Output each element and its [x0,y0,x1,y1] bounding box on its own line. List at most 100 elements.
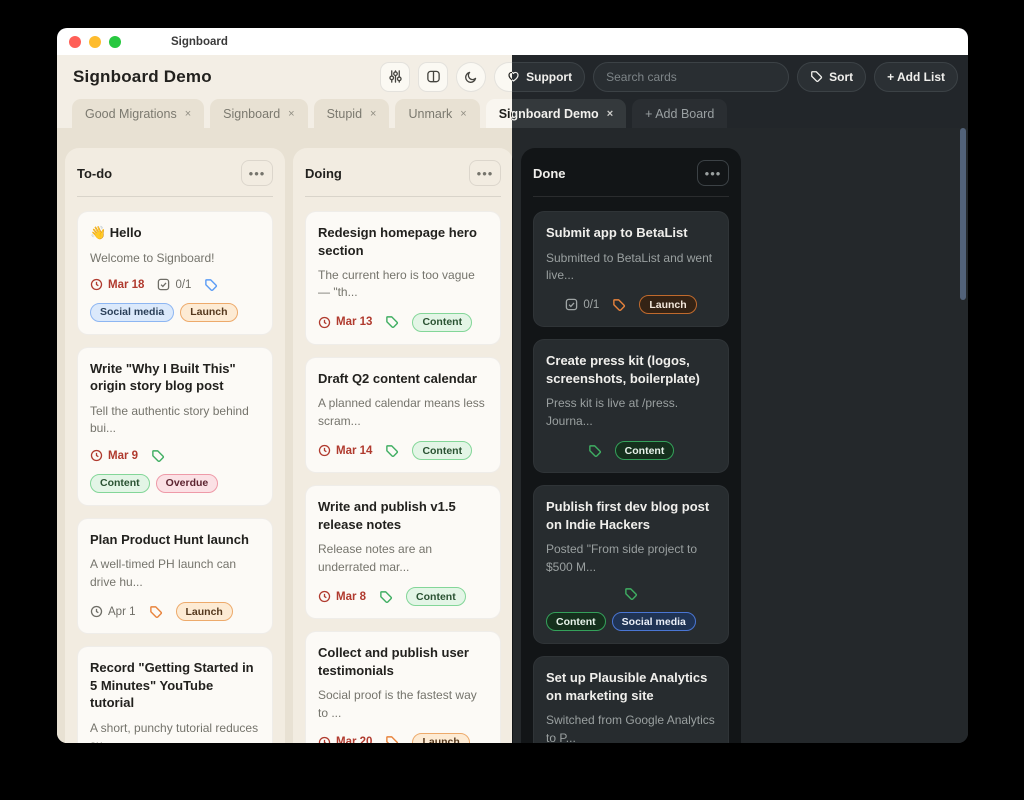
close-icon[interactable]: × [607,108,613,120]
tag-pill: Content [546,612,606,631]
minimize-window-button[interactable] [89,36,101,48]
close-icon[interactable]: × [288,108,294,120]
clock-icon [318,736,331,743]
clock-icon [318,444,331,457]
vertical-scrollbar[interactable] [960,128,966,300]
card-description: Release notes are an underrated mar... [318,541,488,576]
filter-button[interactable] [380,62,410,92]
card-title: Record "Getting Started in 5 Minutes" Yo… [90,659,260,712]
tag-pill: Content [412,441,472,460]
clock-icon [90,278,103,291]
column-todo: To-do ••• 👋 Hello Welcome to Signboard! … [65,148,285,743]
card[interactable]: Plan Product Hunt launch A well-timed PH… [77,518,273,634]
zoom-window-button[interactable] [109,36,121,48]
columns-icon [426,69,441,84]
card[interactable]: Submit app to BetaList Submitted to Beta… [533,211,729,327]
tab-stupid[interactable]: Stupid × [314,99,390,128]
due-date: Apr 1 [90,605,136,618]
tab-label: Signboard [223,107,280,121]
due-date: Mar 18 [90,278,144,291]
titlebar: Signboard [57,28,968,55]
tag-icon [385,735,399,743]
add-board-label: + Add Board [645,107,714,121]
dark-mode-toggle[interactable] [456,62,486,92]
tab-label: Signboard Demo [499,107,599,121]
checkbox-icon [565,298,578,311]
card[interactable]: Write "Why I Built This" origin story bl… [77,347,273,506]
tab-label: Unmark [408,107,452,121]
tag-icon [624,587,638,601]
tag-icon [612,298,626,312]
column-menu-button[interactable]: ••• [241,160,273,186]
checkbox-icon [157,278,170,291]
tag-pill: Social media [612,612,696,631]
checklist-count: 0/1 [157,278,191,291]
support-label: Support [526,70,572,84]
card-description: A well-timed PH launch can drive hu... [90,556,260,591]
card[interactable]: Create press kit (logos, screenshots, bo… [533,339,729,473]
tag-pill: Overdue [156,474,219,493]
card-description: A planned calendar means less scram... [318,395,488,430]
tag-pill: Social media [90,303,174,322]
due-date: Mar 13 [318,316,372,329]
card-title: Submit app to BetaList [546,224,716,242]
tab-add-board[interactable]: + Add Board [632,99,727,128]
card[interactable]: Collect and publish user testimonials So… [305,631,501,743]
close-icon[interactable]: × [370,108,376,120]
close-icon[interactable]: × [185,108,191,120]
tag-pill: Launch [639,295,696,314]
add-list-button[interactable]: + Add List [874,62,958,92]
tab-good-migrations[interactable]: Good Migrations × [72,99,204,128]
tag-icon [204,278,218,292]
clock-icon [318,316,331,329]
tag-icon [379,590,393,604]
card-title: Create press kit (logos, screenshots, bo… [546,352,716,387]
checklist-count: 0/1 [565,298,599,311]
sort-button[interactable]: Sort [797,62,866,92]
card[interactable]: Redesign homepage hero section The curre… [305,211,501,345]
tag-icon [385,315,399,329]
card[interactable]: Publish first dev blog post on Indie Hac… [533,485,729,644]
card-title: Plan Product Hunt launch [90,531,260,549]
close-window-button[interactable] [69,36,81,48]
sort-label: Sort [829,70,853,84]
card[interactable]: Draft Q2 content calendar A planned cale… [305,357,501,473]
board-view-button[interactable] [418,62,448,92]
column-title: To-do [77,166,112,181]
tag-icon [149,605,163,619]
column-menu-button[interactable]: ••• [697,160,729,186]
card[interactable]: Set up Plausible Analytics on marketing … [533,656,729,743]
tag-pill: Content [406,587,466,606]
clock-icon [90,449,103,462]
card-description: Tell the authentic story behind bui... [90,403,260,438]
tag-pill: Content [90,474,150,493]
card[interactable]: Write and publish v1.5 release notes Rel… [305,485,501,619]
tag-icon [810,70,823,83]
divider [533,196,729,197]
window-title: Signboard [171,36,228,48]
clock-icon [90,605,103,618]
close-icon[interactable]: × [460,108,466,120]
card[interactable]: Record "Getting Started in 5 Minutes" Yo… [77,646,273,743]
tab-unmark[interactable]: Unmark × [395,99,479,128]
column-menu-button[interactable]: ••• [469,160,501,186]
tab-signboard[interactable]: Signboard × [210,99,307,128]
search-input[interactable] [593,62,789,92]
due-date: Mar 8 [318,590,366,603]
tag-pill: Content [615,441,675,460]
card-description: Social proof is the fastest way to ... [318,687,488,722]
theme-split-stage: Signboard Demo [57,55,968,743]
column-done: Done ••• Submit app to BetaList Submitte… [521,148,741,743]
column-doing: Doing ••• Redesign homepage hero section… [293,148,513,743]
card-title: Set up Plausible Analytics on marketing … [546,669,716,704]
card-description: Press kit is live at /press. Journa... [546,395,716,430]
clock-icon [318,590,331,603]
card-description: Posted "From side project to $500 M... [546,541,716,576]
moon-icon [464,70,478,84]
sliders-icon [388,69,403,84]
tag-pill: Launch [176,602,233,621]
tag-pill: Content [412,313,472,332]
add-list-label: + Add List [887,70,945,84]
card[interactable]: 👋 Hello Welcome to Signboard! Mar 18 0/1 [77,211,273,335]
column-title: Done [533,166,566,181]
